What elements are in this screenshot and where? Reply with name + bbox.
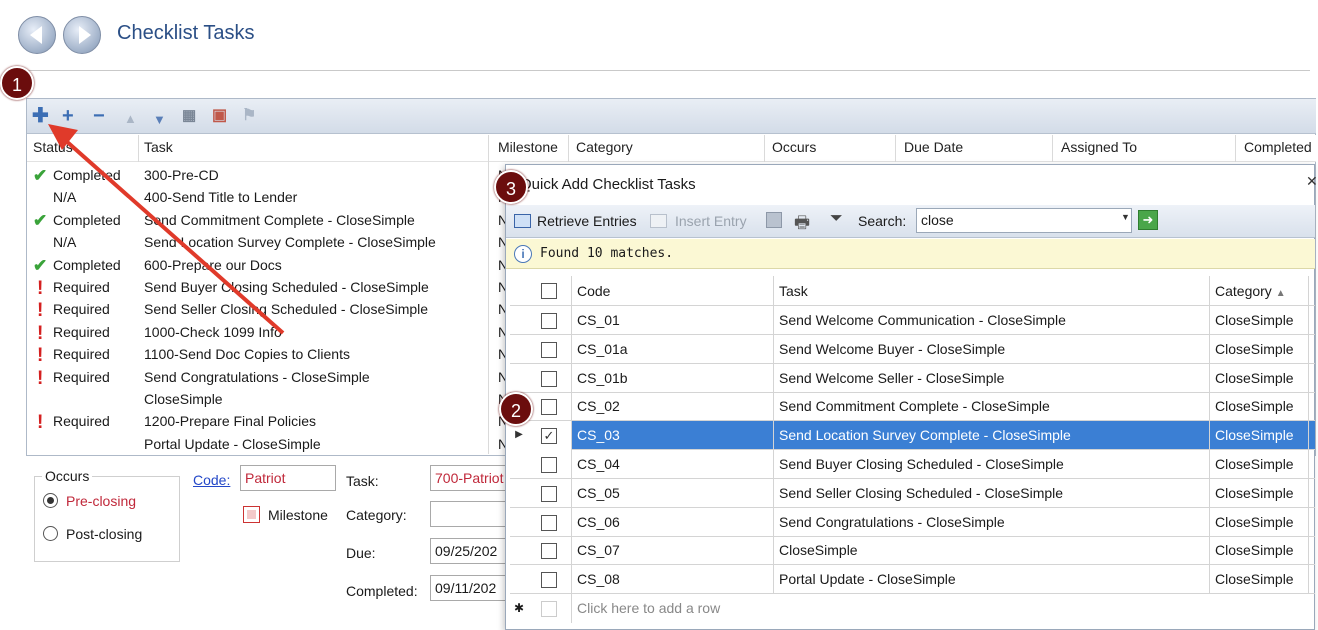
callout-arrow bbox=[48, 124, 285, 335]
callout-badge-3: 3 bbox=[494, 170, 528, 204]
callout-badge-1: 1 bbox=[0, 66, 34, 100]
callout-arrow-line bbox=[63, 138, 285, 335]
callout-badge-2: 2 bbox=[499, 392, 533, 426]
